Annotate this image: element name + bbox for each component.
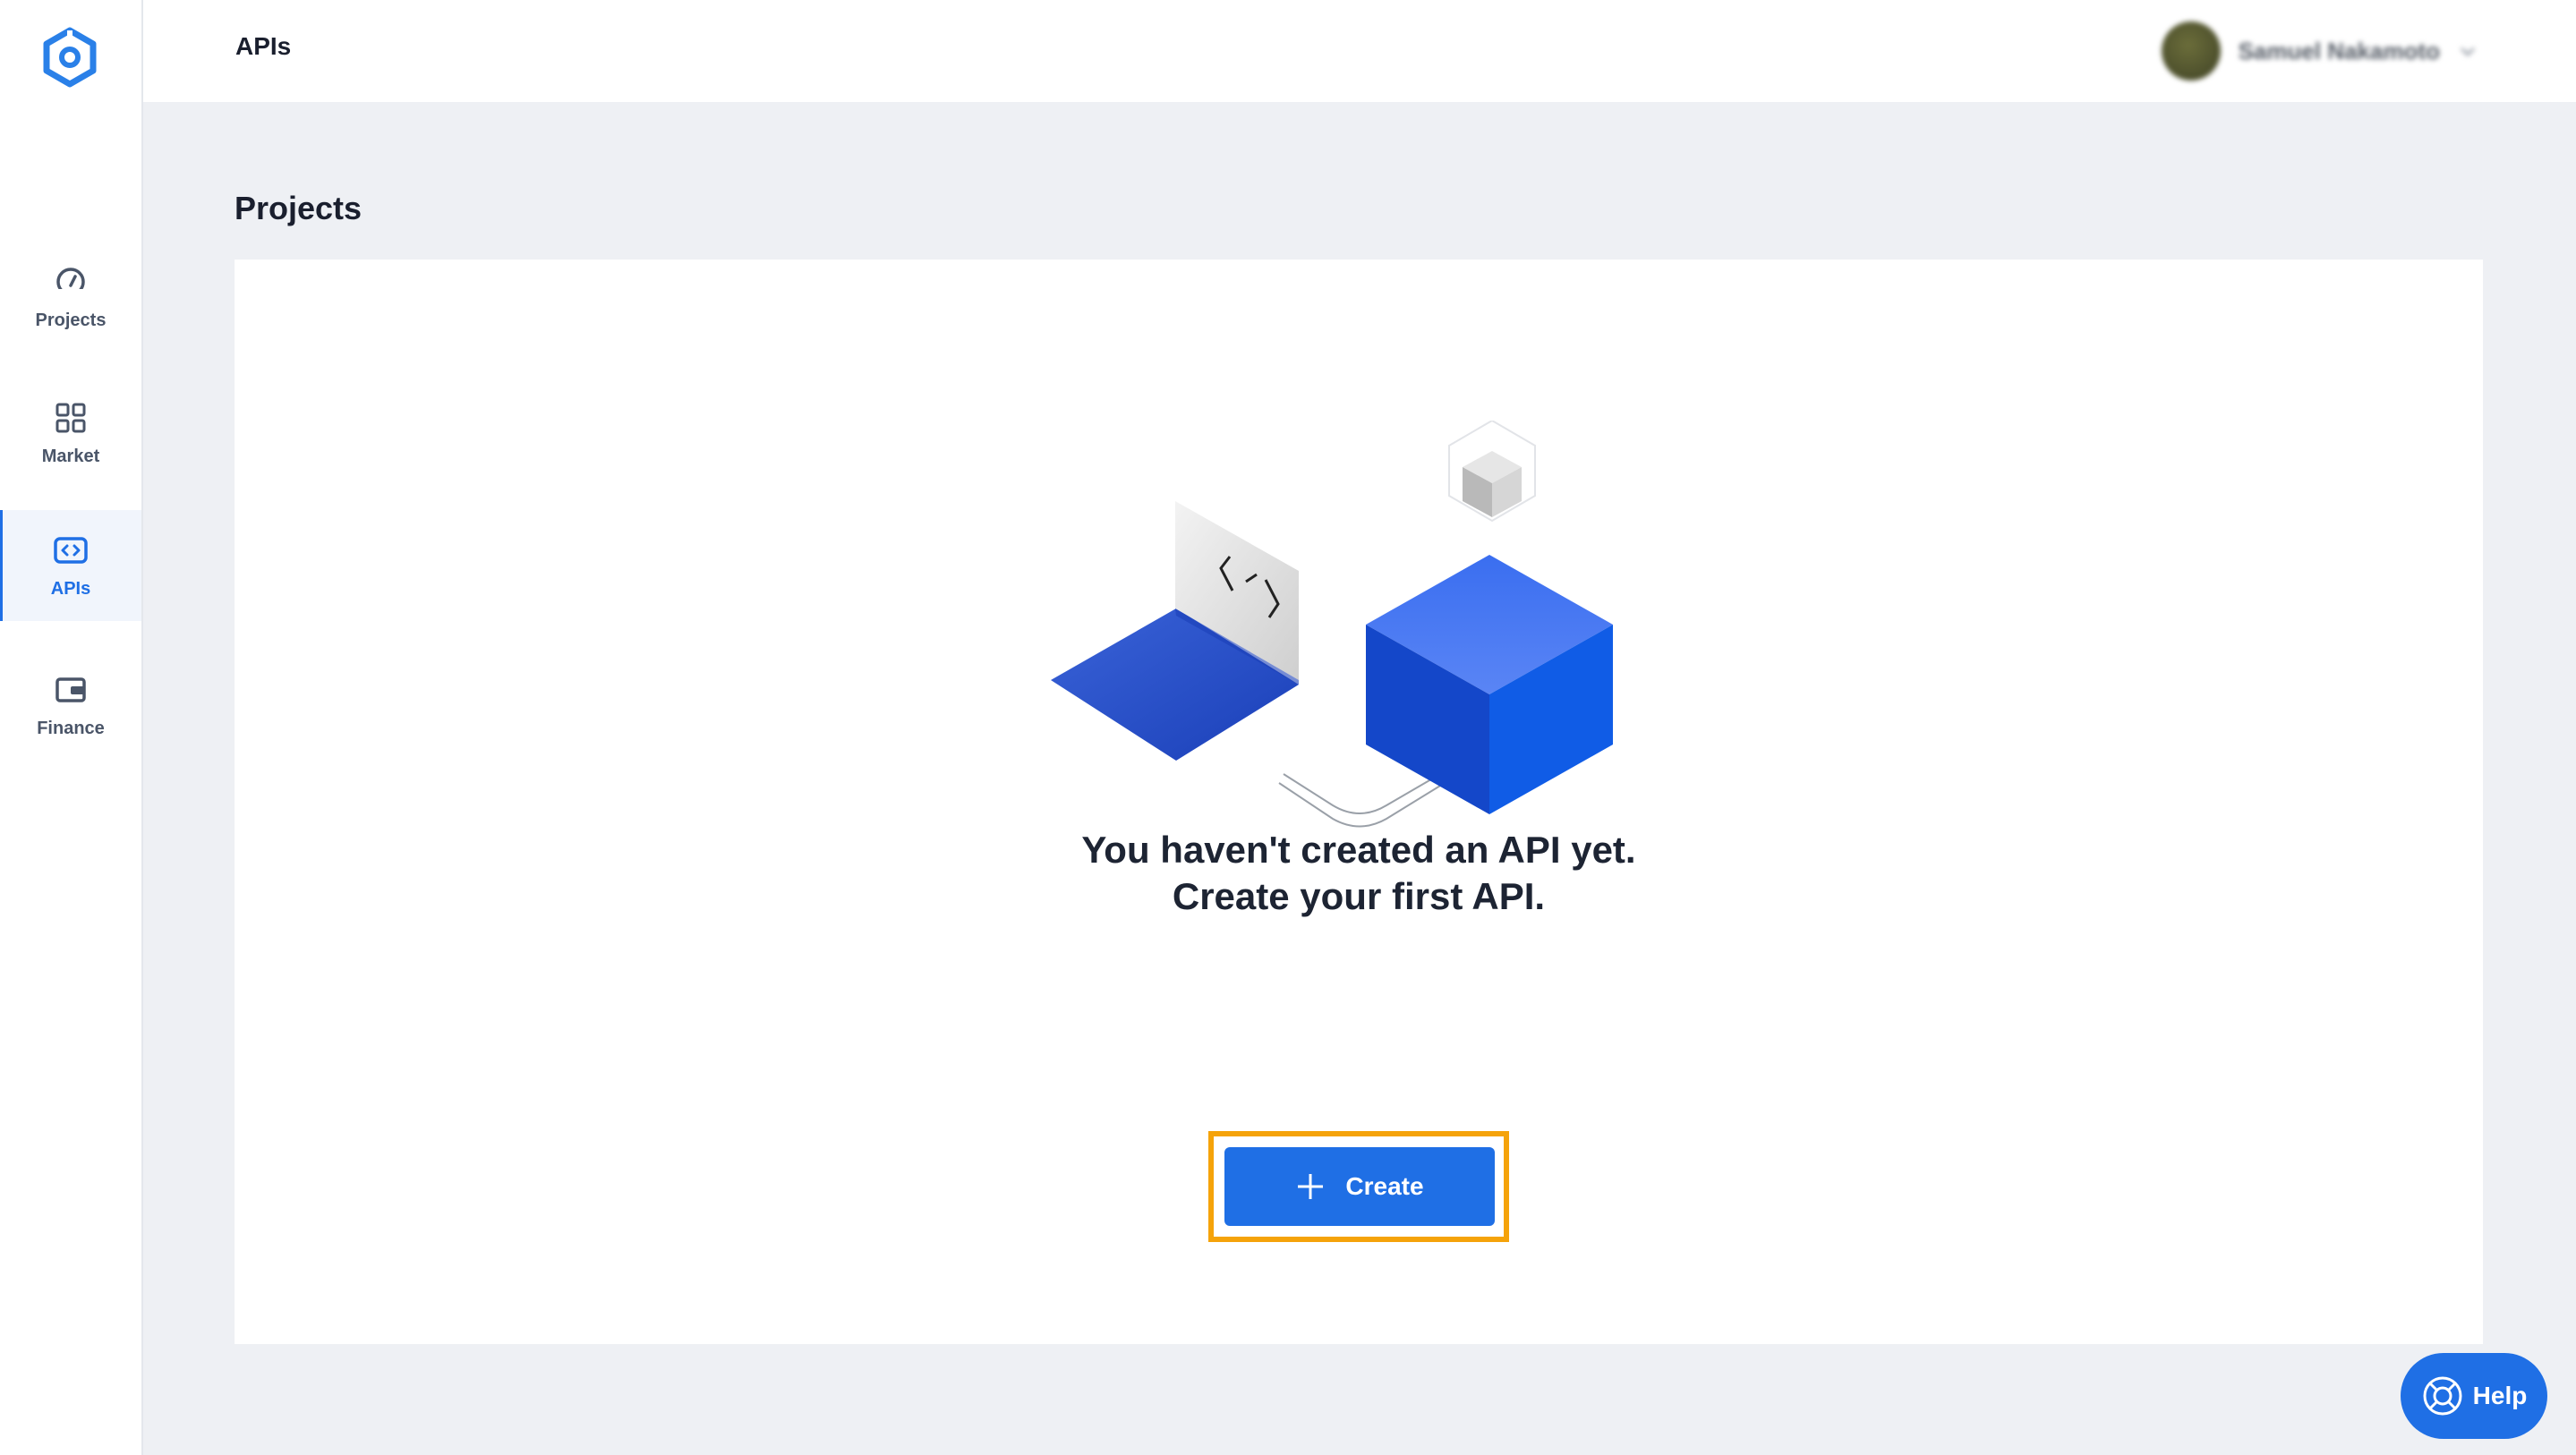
create-button-label: Create	[1345, 1172, 1424, 1200]
sidebar-item-label: APIs	[50, 578, 91, 599]
speedometer-icon	[56, 267, 85, 298]
empty-state-subtitle: Create your first API.	[1172, 875, 1546, 917]
plus-icon	[1298, 1174, 1324, 1199]
sidebar-item-projects[interactable]: Projects	[0, 242, 141, 353]
logo-icon[interactable]	[39, 27, 100, 88]
empty-state-title: You haven't created an API yet.	[1081, 829, 1636, 871]
app-window: Projects Market APIs Finance APIs Samuel…	[0, 0, 2576, 1455]
user-menu[interactable]: Samuel Nakamoto	[2161, 20, 2478, 82]
section-heading: Projects	[235, 190, 363, 226]
api-illustration	[1051, 421, 1613, 828]
lifebuoy-icon	[2423, 1376, 2462, 1416]
page-title: APIs	[235, 32, 292, 60]
code-icon	[54, 536, 88, 564]
sidebar-item-apis[interactable]: APIs	[0, 510, 141, 621]
sidebar-item-market[interactable]: Market	[0, 378, 141, 489]
top-bar: APIs Samuel Nakamoto	[143, 0, 2576, 102]
sidebar-item-label: Market	[41, 446, 100, 466]
chevron-down-icon[interactable]	[2458, 41, 2478, 61]
wallet-icon	[55, 676, 86, 702]
sidebar: Projects Market APIs Finance	[0, 0, 143, 1455]
grid-icon	[55, 403, 86, 432]
sidebar-item-label: Finance	[37, 718, 105, 738]
empty-state-card: You haven't created an API yet. Create y…	[235, 260, 2483, 1344]
sidebar-item-label: Projects	[35, 310, 107, 330]
user-name: Samuel Nakamoto	[2238, 37, 2440, 64]
help-label: Help	[2472, 1382, 2528, 1409]
help-button[interactable]: Help	[2401, 1353, 2547, 1439]
create-api-button[interactable]: Create	[1224, 1147, 1495, 1226]
avatar[interactable]	[2161, 21, 2221, 81]
sidebar-item-finance[interactable]: Finance	[0, 650, 141, 761]
